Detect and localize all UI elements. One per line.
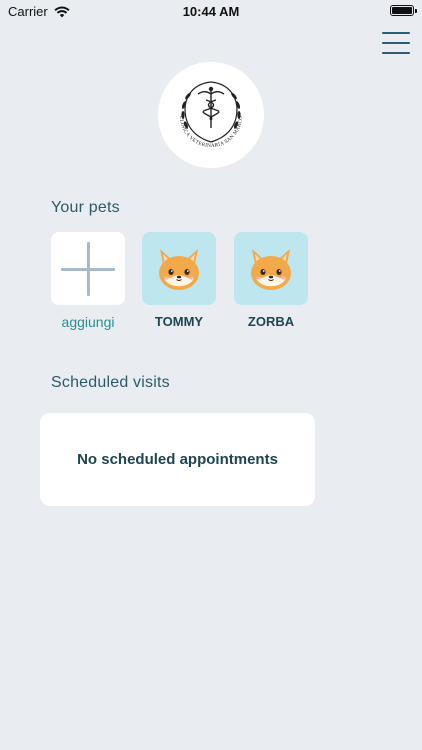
empty-appointments-message: No scheduled appointments — [77, 451, 278, 468]
fox-face-icon — [251, 248, 291, 290]
status-time: 10:44 AM — [182, 4, 240, 19]
pet-card-tommy[interactable]: TOMMY — [142, 232, 216, 329]
pet-card-zorba[interactable]: ZORBA — [234, 232, 308, 329]
hamburger-menu-icon[interactable] — [382, 30, 410, 56]
visits-section-title: Scheduled visits — [51, 374, 170, 391]
plus-icon — [61, 241, 115, 296]
add-pet-label: aggiungi — [61, 314, 115, 330]
clinic-logo: CLINICA VETERINARIA SAN MARCO — [158, 62, 264, 168]
pet-avatar[interactable] — [142, 232, 216, 305]
caduceus-emblem: CLINICA VETERINARIA SAN MARCO — [178, 81, 244, 149]
battery-icon — [390, 5, 417, 16]
add-pet-button[interactable]: aggiungi — [51, 232, 125, 330]
add-pet-tile[interactable] — [51, 232, 125, 305]
pet-name-tommy: TOMMY — [154, 314, 204, 329]
pet-avatar[interactable] — [234, 232, 308, 305]
pets-section-title: Your pets — [51, 199, 120, 216]
status-bar: Carrier 10:44 AM — [0, 0, 422, 22]
menu-line — [382, 52, 410, 54]
menu-line — [382, 42, 410, 44]
fox-face-icon — [159, 248, 199, 290]
menu-line — [382, 32, 410, 34]
visits-card: No scheduled appointments — [40, 413, 315, 506]
pet-name-zorba: ZORBA — [247, 314, 295, 329]
